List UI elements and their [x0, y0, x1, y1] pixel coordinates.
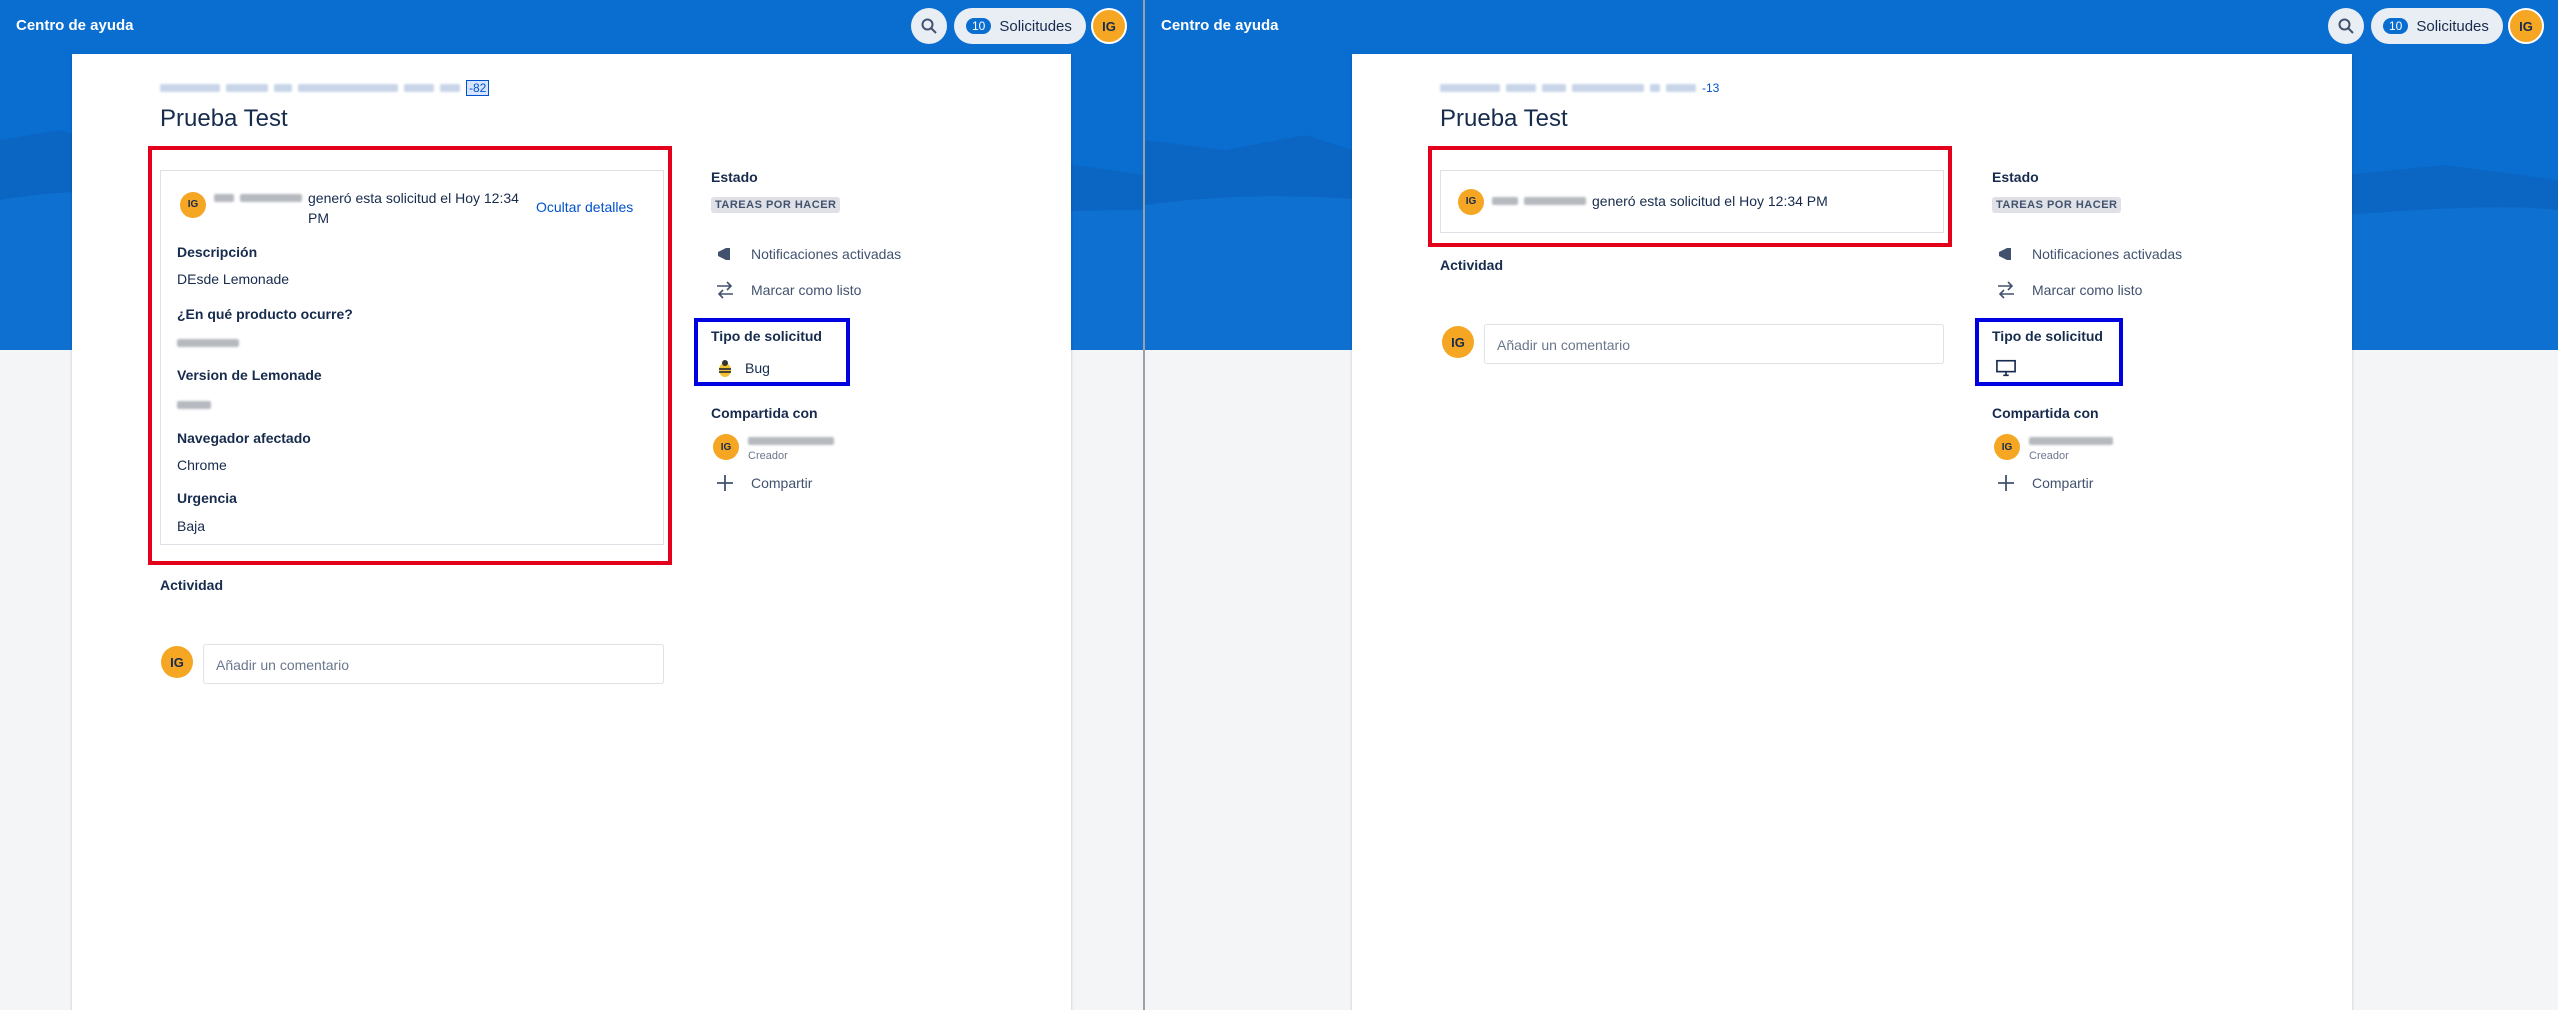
app-title[interactable]: Centro de ayuda	[1161, 17, 1279, 34]
breadcrumb-blur	[404, 84, 434, 92]
commenter-avatar: IG	[161, 646, 193, 678]
mark-done-button[interactable]: Marcar como listo	[715, 280, 861, 300]
red-highlight-box	[1428, 146, 1952, 247]
notifications-toggle[interactable]: Notificaciones activadas	[715, 244, 901, 264]
breadcrumb[interactable]: -82	[160, 80, 490, 96]
shared-user-role: Creador	[2029, 450, 2069, 462]
notifications-label: Notificaciones activadas	[2032, 246, 2183, 262]
breadcrumb-blur	[1506, 84, 1536, 92]
blue-highlight-box	[1975, 318, 2123, 386]
user-avatar[interactable]: IG	[2508, 8, 2544, 44]
page-title: Prueba Test	[1440, 105, 1568, 132]
requests-button[interactable]: 10 Solicitudes	[2371, 8, 2503, 44]
share-label: Compartir	[751, 475, 813, 491]
search-icon	[2338, 18, 2354, 34]
shared-user-role: Creador	[748, 450, 788, 462]
plus-icon	[1996, 473, 2016, 493]
share-button[interactable]: Compartir	[715, 473, 812, 493]
transition-icon	[1996, 280, 2016, 300]
breadcrumb[interactable]: -13	[1440, 80, 1719, 96]
issue-key[interactable]: -82	[466, 80, 490, 96]
breadcrumb-blur	[160, 84, 220, 92]
mark-done-label: Marcar como listo	[751, 282, 862, 298]
status-label: Estado	[1992, 169, 2039, 185]
shared-user-avatar: IG	[1994, 434, 2020, 460]
shared-user-name-blur	[2029, 437, 2113, 445]
requests-count-badge: 10	[966, 18, 992, 34]
megaphone-icon	[715, 244, 735, 264]
shared-user-name-blur	[748, 437, 834, 445]
mark-done-button[interactable]: Marcar como listo	[1996, 280, 2142, 300]
mark-done-label: Marcar como listo	[2032, 282, 2143, 298]
search-button[interactable]	[911, 8, 947, 44]
breadcrumb-blur	[274, 84, 292, 92]
comment-input[interactable]: Añadir un comentario	[203, 644, 664, 684]
shared-label: Compartida con	[711, 405, 818, 421]
status-badge: TAREAS POR HACER	[711, 197, 841, 213]
plus-icon	[715, 473, 735, 493]
share-button[interactable]: Compartir	[1996, 473, 2093, 493]
red-highlight-box	[148, 146, 672, 565]
breadcrumb-blur	[298, 84, 398, 92]
breadcrumb-blur	[226, 84, 268, 92]
notifications-label: Notificaciones activadas	[751, 246, 902, 262]
right-panel: Centro de ayuda 10 Solicitudes IG -13 Pr…	[1145, 0, 2558, 1010]
status-badge: TAREAS POR HACER	[1992, 197, 2122, 213]
breadcrumb-blur	[1650, 84, 1660, 92]
page-title: Prueba Test	[160, 105, 288, 132]
comment-input[interactable]: Añadir un comentario	[1484, 324, 1944, 364]
search-icon	[921, 18, 937, 34]
breadcrumb-blur	[1666, 84, 1696, 92]
transition-icon	[715, 280, 735, 300]
requests-count-badge: 10	[2383, 18, 2409, 34]
shared-label: Compartida con	[1992, 405, 2099, 421]
breadcrumb-blur	[1572, 84, 1644, 92]
requests-button[interactable]: 10 Solicitudes	[954, 8, 1086, 44]
issue-key[interactable]: -13	[1702, 81, 1719, 95]
commenter-avatar: IG	[1442, 326, 1474, 358]
user-avatar[interactable]: IG	[1091, 8, 1127, 44]
blue-highlight-box	[694, 318, 850, 386]
breadcrumb-blur	[1440, 84, 1500, 92]
shared-user-avatar: IG	[713, 434, 739, 460]
share-label: Compartir	[2032, 475, 2094, 491]
notifications-toggle[interactable]: Notificaciones activadas	[1996, 244, 2182, 264]
status-label: Estado	[711, 169, 758, 185]
breadcrumb-blur	[1542, 84, 1566, 92]
search-button[interactable]	[2328, 8, 2364, 44]
app-title[interactable]: Centro de ayuda	[16, 17, 134, 34]
activity-label: Actividad	[160, 577, 224, 593]
left-panel: Centro de ayuda 10 Solicitudes IG -82 Pr…	[0, 0, 1143, 1010]
requests-label: Solicitudes	[2416, 17, 2489, 35]
activity-label: Actividad	[1440, 257, 1504, 273]
megaphone-icon	[1996, 244, 2016, 264]
requests-label: Solicitudes	[999, 17, 1072, 35]
breadcrumb-blur	[440, 84, 460, 92]
